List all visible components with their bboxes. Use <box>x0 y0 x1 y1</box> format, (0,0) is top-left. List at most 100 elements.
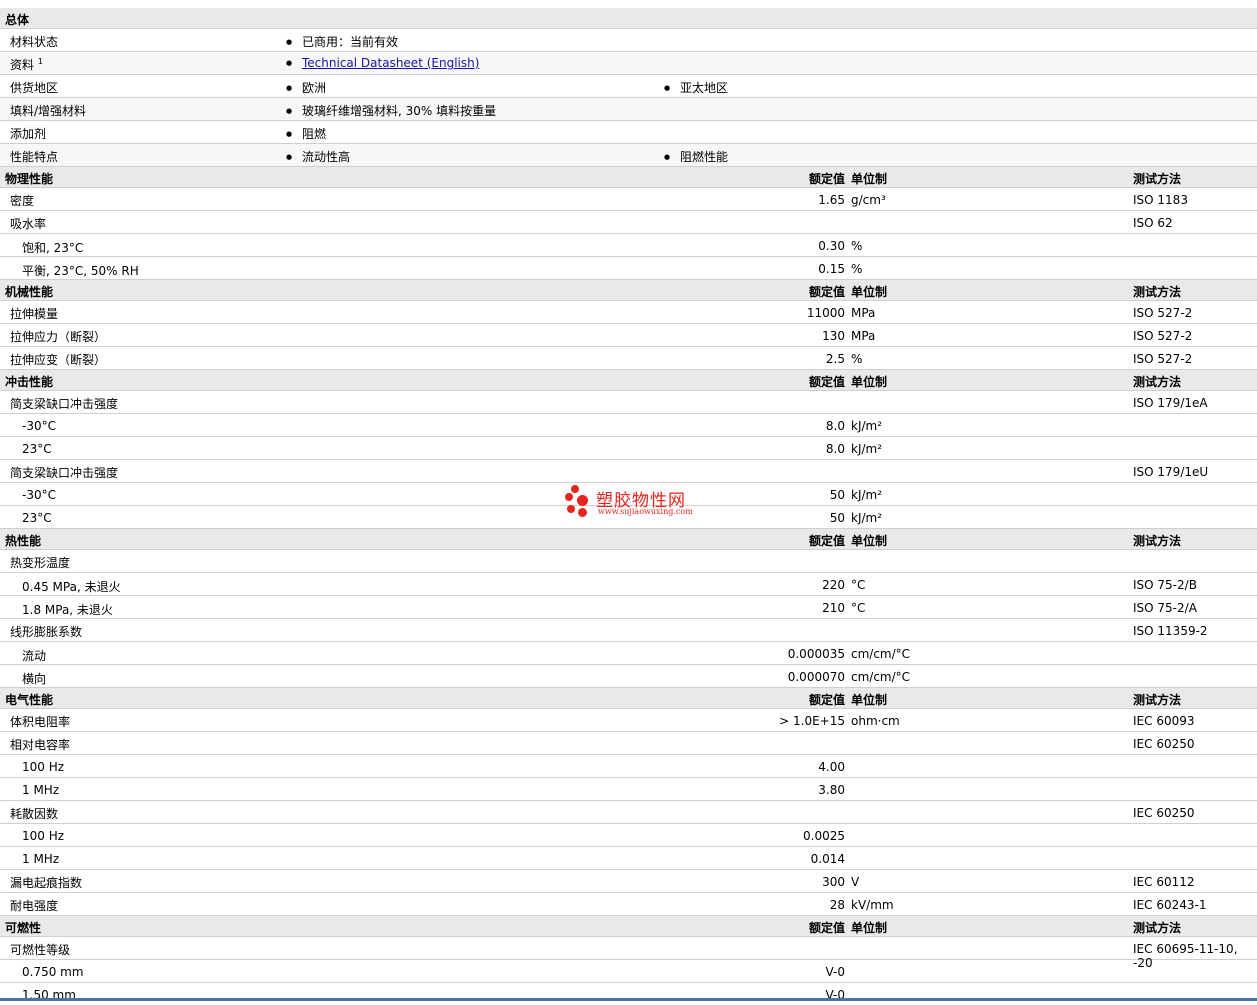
general-row-label: 填料/增强材料 <box>10 102 86 119</box>
list-item: ● 阻燃 <box>286 125 326 142</box>
property-row: 横向 0.000070 cm/cm/°C <box>0 665 1257 688</box>
property-name: 饱和, 23°C <box>22 241 84 255</box>
property-name: 100 Hz <box>22 829 65 843</box>
section-title: 电气性能 <box>5 693 54 707</box>
column-header-value: 额定值 <box>808 375 845 389</box>
column-header-test: 测试方法 <box>1133 693 1182 707</box>
property-value: > 1.0E+15 <box>779 714 845 728</box>
datasheet: 总体 材料状态 ● 已商用：当前有效 资料 1 ● Technical Datasheet… <box>0 0 1257 1006</box>
property-name: 耐电强度 <box>10 899 59 913</box>
bullet-icon: ● <box>664 153 671 161</box>
property-name: -30°C <box>22 419 56 433</box>
list-item-text: 玻璃纤维增强材料, 30% 填料按重量 <box>302 104 497 118</box>
property-value: 0.15 <box>818 262 845 276</box>
property-row: -30°C 8.0 kJ/m² <box>0 414 1257 437</box>
property-row: 吸水率 ISO 62 <box>0 211 1257 234</box>
list-item-text: 欧洲 <box>302 81 327 95</box>
property-name: 拉伸模量 <box>10 307 59 321</box>
property-row: 平衡, 23°C, 50% RH 0.15% <box>0 257 1257 280</box>
property-unit: V <box>851 875 860 889</box>
property-name: 流动 <box>22 649 47 663</box>
list-item: ● 已商用：当前有效 <box>286 33 398 50</box>
row-label-text: 材料状态 <box>10 35 59 49</box>
property-row: 饱和, 23°C 0.30% <box>0 234 1257 257</box>
column-header-value: 额定值 <box>808 285 845 299</box>
property-unit: % <box>851 262 863 276</box>
property-row: 体积电阻率 > 1.0E+15 ohm·cm IEC 60093 <box>0 709 1257 732</box>
footnote-mark: 1 <box>37 57 43 66</box>
property-unit: kJ/m² <box>851 488 883 502</box>
section-title: 总体 <box>5 13 30 27</box>
property-value: 1.65 <box>818 193 845 207</box>
test-method: IEC 60093 <box>1133 714 1195 728</box>
property-value: 0.30 <box>818 239 845 253</box>
list-item-text: 亚太地区 <box>680 81 729 95</box>
property-row: 23°C 8.0 kJ/m² <box>0 437 1257 460</box>
property-name: 热变形温度 <box>10 556 71 570</box>
property-value: 8.0 <box>825 442 845 456</box>
property-value: 130 <box>822 329 845 343</box>
property-name: 1.8 MPa, 未退火 <box>22 603 113 617</box>
property-name: 简支梁缺口冲击强度 <box>10 466 119 480</box>
general-row: 性能特点 ● 流动性高 ● 阻燃性能 <box>0 144 1257 167</box>
test-method: ISO 75-2/A <box>1133 601 1197 615</box>
datasheet-link[interactable]: Technical Datasheet (English) <box>302 56 479 70</box>
property-name: 23°C <box>22 442 52 456</box>
section-title: 可燃性 <box>5 921 42 935</box>
test-method: ISO 11359-2 <box>1133 624 1208 638</box>
column-header-unit: 单位制 <box>851 534 888 548</box>
property-row: 1 MHz 0.014 <box>0 847 1257 870</box>
test-method: ISO 75-2/B <box>1133 578 1197 592</box>
property-name: 体积电阻率 <box>10 715 71 729</box>
property-name: 0.45 MPa, 未退火 <box>22 580 121 594</box>
property-unit: kV/mm <box>851 898 894 912</box>
row-label-text: 性能特点 <box>10 150 59 164</box>
general-row: 添加剂 ● 阻燃 <box>0 121 1257 144</box>
bullet-icon: ● <box>286 59 293 67</box>
property-unit: g/cm³ <box>851 193 886 207</box>
property-value: 4.00 <box>818 760 845 774</box>
property-row: 拉伸应变（断裂） 2.5% ISO 527-2 <box>0 347 1257 370</box>
property-value: 2.5 <box>825 352 845 366</box>
property-unit: cm/cm/°C <box>851 670 911 684</box>
test-method: ISO 527-2 <box>1133 352 1193 366</box>
property-unit: MPa <box>851 329 876 343</box>
bullet-icon: ● <box>664 84 671 92</box>
section-title: 物理性能 <box>5 172 54 186</box>
property-value: 300 <box>822 875 845 889</box>
property-name: 1 MHz <box>22 783 60 797</box>
column-header-unit: 单位制 <box>851 921 888 935</box>
watermark-dots-icon <box>564 484 592 518</box>
bullet-icon: ● <box>286 38 293 46</box>
property-value: 3.80 <box>818 783 845 797</box>
list-item: ● 欧洲 <box>286 79 326 96</box>
property-name: 拉伸应力（断裂） <box>10 330 107 344</box>
property-unit: kJ/m² <box>851 511 883 525</box>
property-row: 拉伸模量 11000 MPa ISO 527-2 <box>0 301 1257 324</box>
test-method: ISO 527-2 <box>1133 306 1193 320</box>
property-row: 耗散因数 IEC 60250 <box>0 801 1257 824</box>
general-row-label: 性能特点 <box>10 148 58 165</box>
row-label-text: 供货地区 <box>10 81 59 95</box>
property-name: 简支梁缺口冲击强度 <box>10 397 119 411</box>
list-item-text: 阻燃性能 <box>680 150 729 164</box>
list-item-text: 已商用：当前有效 <box>302 35 399 49</box>
property-value: 11000 <box>806 306 845 320</box>
general-row-label: 供货地区 <box>10 79 58 96</box>
test-method: IEC 60243-1 <box>1133 898 1207 912</box>
property-value: 210 <box>822 601 845 615</box>
column-header-unit: 单位制 <box>851 172 888 186</box>
bullet-icon: ● <box>286 153 293 161</box>
property-name: 100 Hz <box>22 760 65 774</box>
test-method: ISO 1183 <box>1133 193 1188 207</box>
general-row: 材料状态 ● 已商用：当前有效 <box>0 29 1257 52</box>
row-label-text: 填料/增强材料 <box>10 104 87 118</box>
property-unit: ohm·cm <box>851 714 900 728</box>
section-header: 电气性能 额定值 单位制 测试方法 <box>0 688 1257 709</box>
property-name: 可燃性等级 <box>10 943 71 957</box>
property-row: 流动 0.000035 cm/cm/°C <box>0 642 1257 665</box>
property-row: 100 Hz 4.00 <box>0 755 1257 778</box>
section-header: 热性能 额定值 单位制 测试方法 <box>0 529 1257 550</box>
section-title: 冲击性能 <box>5 375 54 389</box>
section-header: 物理性能 额定值 单位制 测试方法 <box>0 167 1257 188</box>
